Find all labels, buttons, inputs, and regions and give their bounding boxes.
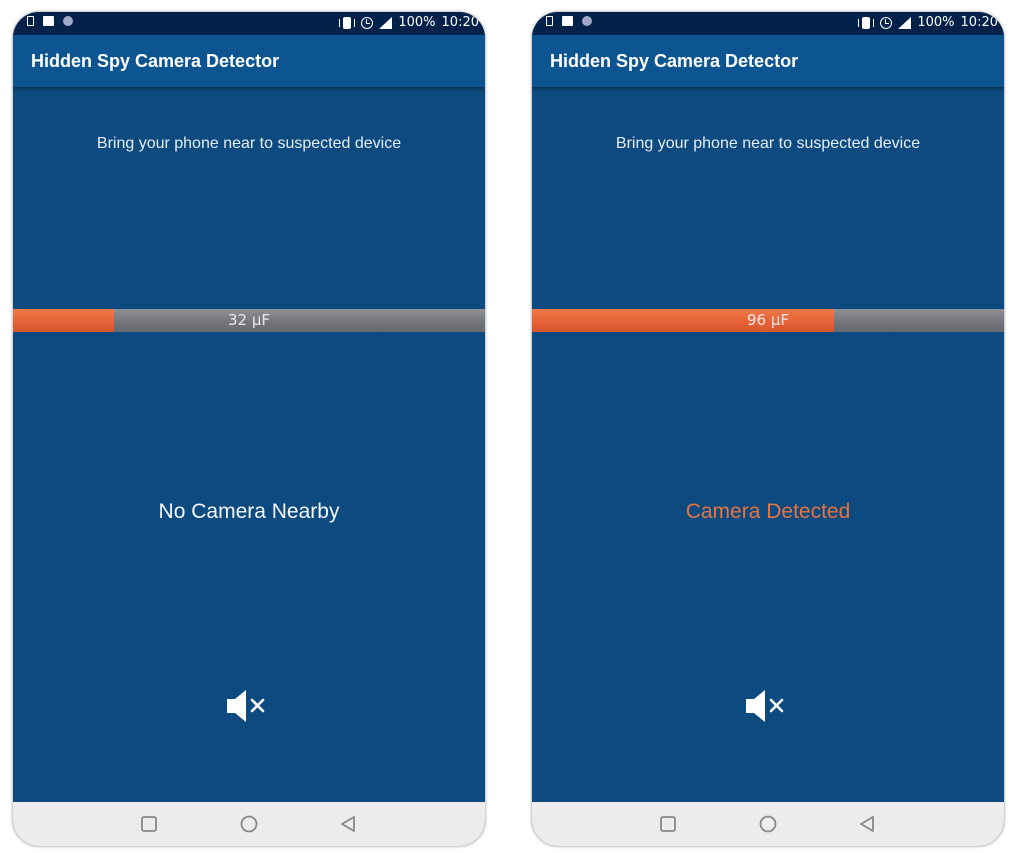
signal-icon bbox=[898, 16, 912, 29]
recents-square-icon bbox=[141, 816, 157, 832]
alarm-icon bbox=[361, 16, 374, 29]
app-bar: Hidden Spy Camera Detector bbox=[13, 35, 485, 87]
mute-button[interactable] bbox=[225, 688, 273, 724]
app-bar: Hidden Spy Camera Detector bbox=[532, 35, 1004, 87]
detection-status: Camera Detected bbox=[685, 500, 851, 523]
capacitance-meter: 96 μF bbox=[532, 309, 1004, 332]
status-notifications bbox=[546, 16, 592, 26]
detection-status: No Camera Nearby bbox=[158, 500, 340, 523]
mute-button[interactable] bbox=[744, 688, 792, 724]
back-triangle-icon bbox=[860, 816, 874, 832]
vibrate-icon bbox=[858, 16, 875, 29]
signal-icon bbox=[379, 16, 393, 29]
home-circle-icon bbox=[240, 815, 258, 833]
navigation-bar bbox=[532, 802, 1004, 846]
vibrate-icon bbox=[339, 16, 356, 29]
app-title: Hidden Spy Camera Detector bbox=[31, 51, 280, 71]
speaker-muted-icon bbox=[227, 690, 265, 722]
status-system: 100% 10:20 bbox=[858, 15, 998, 30]
notification-dot-icon bbox=[63, 16, 73, 26]
image-icon bbox=[562, 16, 573, 26]
navigation-bar bbox=[13, 802, 485, 846]
sim-icon bbox=[27, 16, 34, 26]
back-button[interactable] bbox=[855, 812, 879, 836]
clock: 10:20 bbox=[960, 15, 998, 30]
home-circle-icon bbox=[759, 815, 777, 833]
sim-icon bbox=[546, 16, 553, 26]
capacitance-meter: 32 μF bbox=[13, 309, 485, 332]
recents-button[interactable] bbox=[137, 812, 161, 836]
recents-square-icon bbox=[660, 816, 676, 832]
notification-dot-icon bbox=[582, 16, 592, 26]
alarm-icon bbox=[880, 16, 893, 29]
status-notifications bbox=[27, 16, 73, 26]
status-system: 100% 10:20 bbox=[339, 15, 479, 30]
phone-screen-camera-detected: 100% 10:20 Hidden Spy Camera Detector Br… bbox=[532, 12, 1004, 846]
meter-reading: 96 μF bbox=[746, 311, 790, 329]
clock: 10:20 bbox=[441, 15, 479, 30]
back-button[interactable] bbox=[336, 812, 360, 836]
home-button[interactable] bbox=[237, 812, 261, 836]
home-button[interactable] bbox=[756, 812, 780, 836]
recents-button[interactable] bbox=[656, 812, 680, 836]
instruction-text: Bring your phone near to suspected devic… bbox=[615, 135, 921, 152]
phone-screen-no-camera: 100% 10:20 Hidden Spy Camera Detector Br… bbox=[13, 12, 485, 846]
image-icon bbox=[43, 16, 54, 26]
back-triangle-icon bbox=[341, 816, 355, 832]
speaker-muted-icon bbox=[746, 690, 784, 722]
meter-reading: 32 μF bbox=[227, 311, 271, 329]
battery-level: 100% bbox=[917, 15, 955, 30]
instruction-text: Bring your phone near to suspected devic… bbox=[96, 135, 402, 152]
app-title: Hidden Spy Camera Detector bbox=[550, 51, 799, 71]
status-bar: 100% 10:20 bbox=[532, 12, 1004, 35]
battery-level: 100% bbox=[398, 15, 436, 30]
status-bar: 100% 10:20 bbox=[13, 12, 485, 35]
